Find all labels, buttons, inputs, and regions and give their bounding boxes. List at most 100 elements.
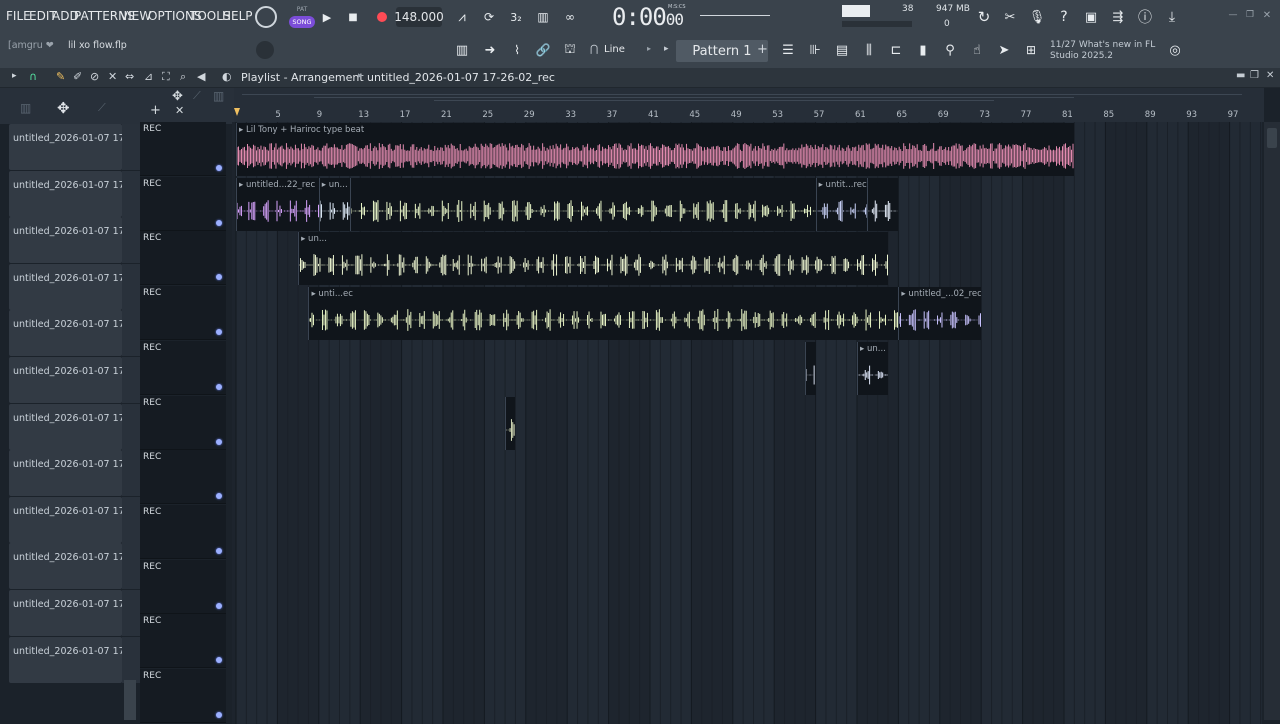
record-audio-button[interactable]: 🎙 (1027, 7, 1047, 27)
audio-clip[interactable] (867, 177, 899, 231)
track-grip[interactable] (122, 170, 140, 217)
menu-view[interactable]: VIEW (120, 9, 151, 23)
track-header[interactable]: REC (140, 559, 226, 614)
track-grip[interactable] (122, 636, 140, 683)
pattern-picker-icon[interactable]: ✥ (172, 89, 183, 104)
slip-tool-icon[interactable]: ⇔ (125, 70, 134, 83)
play-button[interactable]: ▶ (320, 8, 334, 26)
track-lane[interactable]: ▸ untitled...22_rec ▸ un... ▸ untit...rec (232, 176, 1262, 232)
minimize-button[interactable]: — (1227, 8, 1239, 22)
plugin-button[interactable]: ⚲ (939, 41, 961, 59)
mute-tool-icon[interactable]: ✕ (108, 70, 117, 83)
add-pattern-button[interactable]: + (757, 42, 768, 57)
track-name[interactable]: untitled_2026-01-07 17-... (9, 450, 122, 497)
cut-button[interactable]: ✂ (1000, 7, 1020, 27)
render-button[interactable]: ⇶ (1108, 7, 1128, 27)
track-grip[interactable] (122, 496, 140, 543)
download-button[interactable]: ⤓ (1162, 7, 1182, 27)
browser-button[interactable]: ⊏ (885, 41, 907, 59)
edison-button[interactable]: ➤ (993, 41, 1015, 59)
audio-clip[interactable] (805, 341, 816, 395)
track-grip[interactable] (122, 357, 140, 403)
master-pitch-slider[interactable] (700, 15, 770, 16)
track-lane[interactable] (232, 669, 1262, 724)
grid-icon-2[interactable]: ▥ (213, 89, 224, 103)
pattern-prev-button[interactable]: ▸ (664, 44, 669, 54)
track-header[interactable]: REC (140, 614, 226, 669)
playback-tool-icon[interactable]: ◀ (197, 70, 205, 83)
track-header[interactable]: REC (140, 286, 226, 341)
link-button[interactable]: 🔗 (532, 41, 554, 59)
globe-button[interactable]: ◎ (1166, 41, 1184, 59)
link-track-icon[interactable]: ⟋ (98, 101, 106, 115)
menu-help[interactable]: HELP (222, 9, 253, 23)
add-track-button[interactable]: + (150, 103, 161, 118)
track-name[interactable]: untitled_2026-01-07 17-... (9, 636, 122, 683)
metronome-button[interactable]: ⩘ (452, 7, 472, 27)
audio-clip[interactable]: ▸ unti...ec (308, 287, 899, 341)
track-header[interactable]: REC (140, 340, 226, 395)
track-mute-led[interactable] (216, 657, 222, 664)
playlist-maximize-button[interactable]: ❐ (1250, 70, 1259, 81)
track-lane[interactable] (232, 395, 1262, 451)
track-mute-led[interactable] (216, 383, 222, 390)
audio-clip[interactable]: ▸ un... (318, 177, 350, 231)
track-grip[interactable] (122, 310, 140, 357)
track-grip[interactable] (122, 124, 140, 170)
track-header[interactable]: REC (140, 504, 226, 559)
audio-clip[interactable]: ▸ untitled...22_rec (236, 177, 319, 231)
track-lane[interactable] (232, 450, 1262, 506)
picker-icon[interactable]: ✥ (57, 99, 70, 117)
scroll-thumb[interactable] (1267, 128, 1277, 148)
stop-button[interactable]: ■ (346, 9, 360, 25)
timeline-ruler[interactable]: 5 9 13 17 21 25 29 33 37 41 45 49 53 57 61 65 69 73 77 81 85… (234, 88, 1264, 122)
menu-file[interactable]: FILE (6, 9, 31, 23)
track-lane[interactable]: ▸ unti...ec ▸ untitled_...02_rec (232, 286, 1262, 342)
audio-clip[interactable] (349, 177, 816, 231)
arrow-tool-button[interactable]: ➜ (479, 41, 501, 59)
blend-notes-button[interactable]: ▥ (532, 7, 554, 27)
track-name[interactable]: untitled_2026-01-07 17-... (9, 263, 122, 310)
channel-rack-button[interactable]: ⊪ (804, 41, 826, 59)
loop-record-button[interactable]: ∞ (559, 7, 581, 27)
touch-button[interactable]: ☝ (966, 41, 988, 59)
audio-clip[interactable]: ▸ untitled_...02_rec (898, 287, 982, 341)
select-tool-icon[interactable]: ⛶ (162, 70, 170, 84)
shop-button[interactable]: ⊞ (1020, 41, 1042, 59)
close-button[interactable]: ✕ (1261, 8, 1273, 22)
brush-tool-icon[interactable]: ✐ (73, 70, 82, 83)
track-grip[interactable] (122, 263, 140, 310)
audio-clip[interactable]: ▸ un... (298, 232, 889, 286)
track-grip[interactable] (122, 217, 140, 264)
track-lane[interactable]: ▸ un... (232, 340, 1262, 396)
track-lane[interactable] (232, 614, 1262, 670)
delete-track-icon[interactable]: ✕ (175, 104, 184, 117)
track-lane[interactable] (232, 504, 1262, 560)
info-button[interactable]: ⓘ (1135, 7, 1155, 27)
vertical-scrollbar[interactable] (1264, 122, 1280, 720)
grid-icon[interactable]: ▥ (20, 101, 31, 115)
tempo-display[interactable]: 148.000 (394, 7, 444, 27)
track-mute-led[interactable] (216, 329, 222, 336)
mixer-button[interactable]: ▤ (831, 41, 853, 59)
playlist-options-icon[interactable]: ◐ (222, 70, 232, 83)
audio-clip[interactable]: ▸ untit...rec (815, 177, 868, 231)
stamp-button[interactable]: ⛫ (559, 41, 581, 59)
track-grip[interactable] (122, 403, 140, 450)
track-grip[interactable] (122, 450, 140, 497)
track-mute-led[interactable] (216, 165, 222, 171)
track-mute-led[interactable] (216, 712, 222, 718)
track-mute-led[interactable] (216, 438, 222, 445)
track-mute-led[interactable] (216, 274, 222, 281)
audio-clip[interactable]: ▸ un... (857, 341, 889, 395)
track-name[interactable]: untitled_2026-01-07 17-... (9, 170, 122, 217)
track-lane[interactable] (232, 559, 1262, 615)
record-button[interactable] (377, 12, 387, 22)
news-panel[interactable]: 11/27 What's new in FL Studio 2025.2 (1050, 40, 1160, 62)
sliders-button[interactable]: ⫼ (858, 41, 880, 59)
playlist-close-button[interactable]: ✕ (1266, 70, 1274, 81)
playlist-button[interactable]: ☰ (777, 41, 799, 59)
zoom-tool-icon[interactable]: ⌕ (180, 70, 186, 84)
playlist-menu-arrow[interactable]: ▸ (12, 71, 17, 81)
track-lane[interactable]: ▸ un... (232, 231, 1262, 287)
